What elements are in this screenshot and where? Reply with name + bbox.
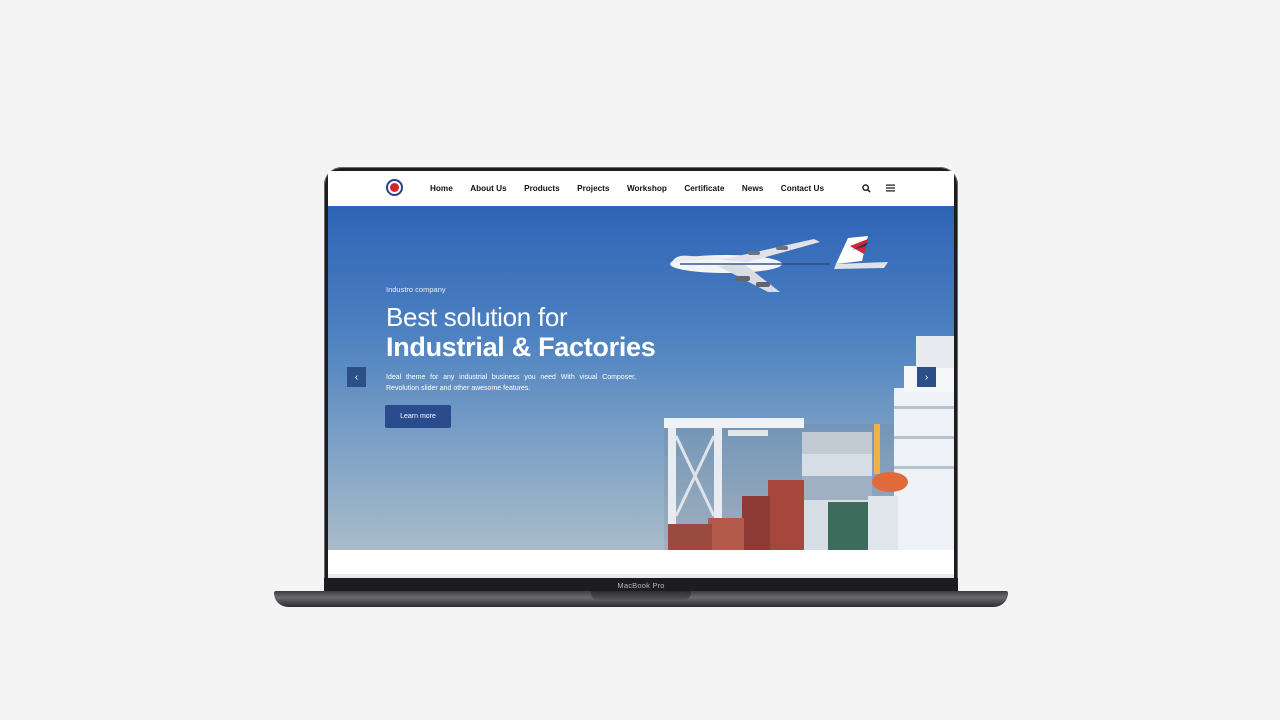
hero-slider: Industro company Best solution for Indus… (328, 206, 954, 550)
nav-item-certificate[interactable]: Certificate (684, 184, 724, 193)
nav-item-home[interactable]: Home (430, 184, 453, 193)
hero-title-line-1: Best solution for (386, 302, 568, 332)
slider-next-button[interactable]: › (917, 367, 936, 387)
browser-screen: Home About Us Products Projects Workshop… (328, 171, 954, 578)
nav-item-news[interactable]: News (742, 184, 763, 193)
learn-more-button[interactable]: Learn more (385, 405, 451, 428)
search-icon[interactable] (860, 182, 872, 194)
slider-prev-button[interactable]: ‹ (347, 367, 366, 387)
chevron-left-icon: ‹ (354, 371, 359, 383)
logo-mark (390, 183, 399, 192)
site-header: Home About Us Products Projects Workshop… (328, 171, 954, 206)
device-label: MacBook Pro (617, 580, 665, 590)
nav-item-products[interactable]: Products (524, 184, 560, 193)
nav-item-about-us[interactable]: About Us (470, 184, 506, 193)
menu-icon[interactable] (884, 182, 896, 194)
laptop-notch (591, 591, 691, 600)
company-logo[interactable] (386, 179, 403, 196)
hero-subtitle: Industro company (386, 285, 446, 294)
airplane-illustration (670, 236, 888, 292)
chevron-right-icon: › (924, 371, 929, 383)
main-navigation: Home About Us Products Projects Workshop… (430, 171, 842, 206)
laptop-chin: MacBook Pro (324, 578, 958, 592)
hero-description: Ideal theme for any industrial business … (386, 374, 636, 392)
nav-item-contact-us[interactable]: Contact Us (781, 184, 824, 193)
hero-title-line-2: Industrial & Factories (386, 332, 656, 362)
port-ship-illustration (664, 336, 954, 550)
nav-item-workshop[interactable]: Workshop (627, 184, 667, 193)
nav-item-projects[interactable]: Projects (577, 184, 609, 193)
